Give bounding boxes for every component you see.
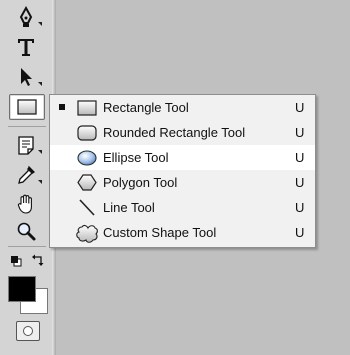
- rectangle-shape-icon: [75, 97, 99, 118]
- eyedropper-tool-button[interactable]: [6, 162, 46, 188]
- custom-shape-icon: [75, 222, 99, 243]
- line-shape-icon: [75, 197, 99, 218]
- pen-nib-icon: [14, 5, 38, 29]
- menu-item-custom-shape-tool[interactable]: Custom Shape Tool U: [50, 220, 315, 245]
- default-colors-icon[interactable]: [10, 254, 22, 272]
- toolbar-divider: [8, 246, 46, 247]
- menu-item-label: Ellipse Tool: [103, 150, 169, 165]
- menu-item-label: Rounded Rectangle Tool: [103, 125, 246, 140]
- menu-item-rectangle-tool[interactable]: Rectangle Tool U: [50, 95, 315, 120]
- submenu-indicator-icon: [38, 82, 42, 86]
- rounded-rectangle-shape-icon: [75, 122, 99, 143]
- menu-item-label: Custom Shape Tool: [103, 225, 217, 240]
- quick-mask-button[interactable]: [16, 321, 40, 341]
- swap-colors-icon[interactable]: [31, 253, 45, 272]
- menu-item-shortcut: U: [295, 225, 305, 240]
- hand-tool-button[interactable]: [6, 191, 46, 217]
- submenu-indicator-icon: [38, 180, 42, 184]
- menu-item-polygon-tool[interactable]: Polygon Tool U: [50, 170, 315, 195]
- hand-icon: [15, 193, 37, 215]
- type-tool-button[interactable]: [6, 34, 46, 60]
- menu-item-shortcut: U: [295, 100, 305, 115]
- notes-icon: [15, 134, 37, 156]
- text-T-icon: [15, 36, 37, 58]
- menu-item-shortcut: U: [295, 175, 305, 190]
- pen-tool-button[interactable]: [6, 4, 46, 30]
- submenu-indicator-icon: [38, 150, 42, 154]
- menu-item-shortcut: U: [295, 150, 305, 165]
- menu-item-label: Line Tool: [103, 200, 155, 215]
- magnifier-icon: [15, 220, 37, 242]
- selected-indicator-icon: [59, 104, 65, 110]
- submenu-indicator-icon: [38, 22, 42, 26]
- zoom-tool-button[interactable]: [6, 218, 46, 244]
- menu-item-line-tool[interactable]: Line Tool U: [50, 195, 315, 220]
- rectangle-icon: [16, 98, 38, 116]
- menu-item-rounded-rectangle-tool[interactable]: Rounded Rectangle Tool U: [50, 120, 315, 145]
- menu-item-label: Rectangle Tool: [103, 100, 189, 115]
- shape-tool-flyout-menu: Rectangle Tool U Rounded Rectangle Tool …: [49, 94, 316, 248]
- rectangle-tool-button[interactable]: [9, 94, 45, 120]
- arrow-cursor-icon: [16, 66, 36, 88]
- tools-panel: [0, 0, 56, 355]
- eyedropper-icon: [15, 164, 37, 186]
- notes-tool-button[interactable]: [6, 132, 46, 158]
- foreground-color-swatch[interactable]: [8, 276, 36, 302]
- menu-item-shortcut: U: [295, 200, 305, 215]
- menu-item-shortcut: U: [295, 125, 305, 140]
- ellipse-shape-icon: [75, 147, 99, 168]
- menu-item-label: Polygon Tool: [103, 175, 178, 190]
- path-selection-tool-button[interactable]: [6, 64, 46, 90]
- menu-item-ellipse-tool[interactable]: Ellipse Tool U: [50, 145, 315, 170]
- polygon-shape-icon: [75, 172, 99, 193]
- toolbar-divider: [8, 126, 46, 127]
